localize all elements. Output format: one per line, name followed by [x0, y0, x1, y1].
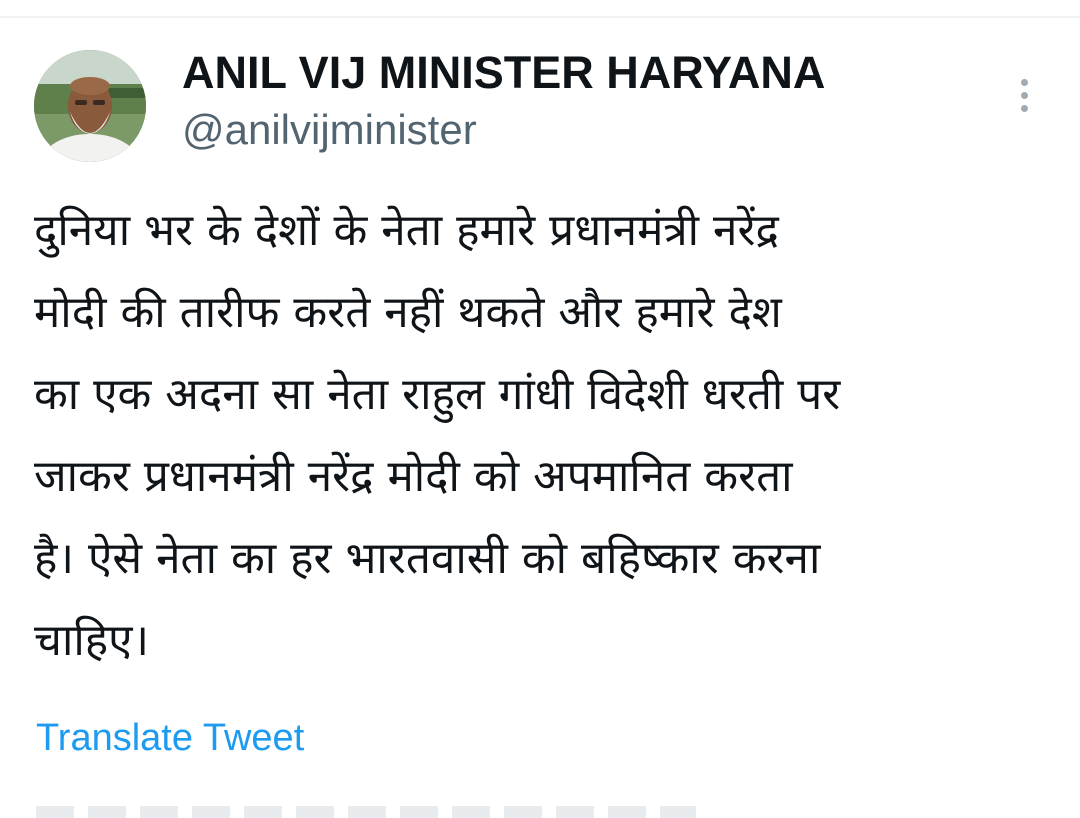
more-vertical-icon-dot: [1020, 91, 1028, 99]
cropped-timestamp-row: [36, 806, 696, 818]
author-display-name[interactable]: ANIL VIJ MINISTER HARYANA: [182, 46, 825, 100]
author-handle[interactable]: @anilvijminister: [182, 104, 477, 156]
more-vertical-icon-dot: [1020, 104, 1028, 112]
tweet-screen: ANIL VIJ MINISTER HARYANA @anilvijminist…: [0, 0, 1080, 818]
top-divider: [0, 16, 1080, 18]
avatar-photo: [34, 50, 146, 162]
tweet-text: दुनिया भर के देशों के नेता हमारे प्रधानम…: [34, 205, 841, 666]
avatar[interactable]: [34, 50, 146, 162]
more-vertical-icon: [1020, 78, 1028, 86]
more-options-button[interactable]: [1004, 70, 1044, 120]
translate-tweet-link[interactable]: Translate Tweet: [36, 714, 304, 762]
